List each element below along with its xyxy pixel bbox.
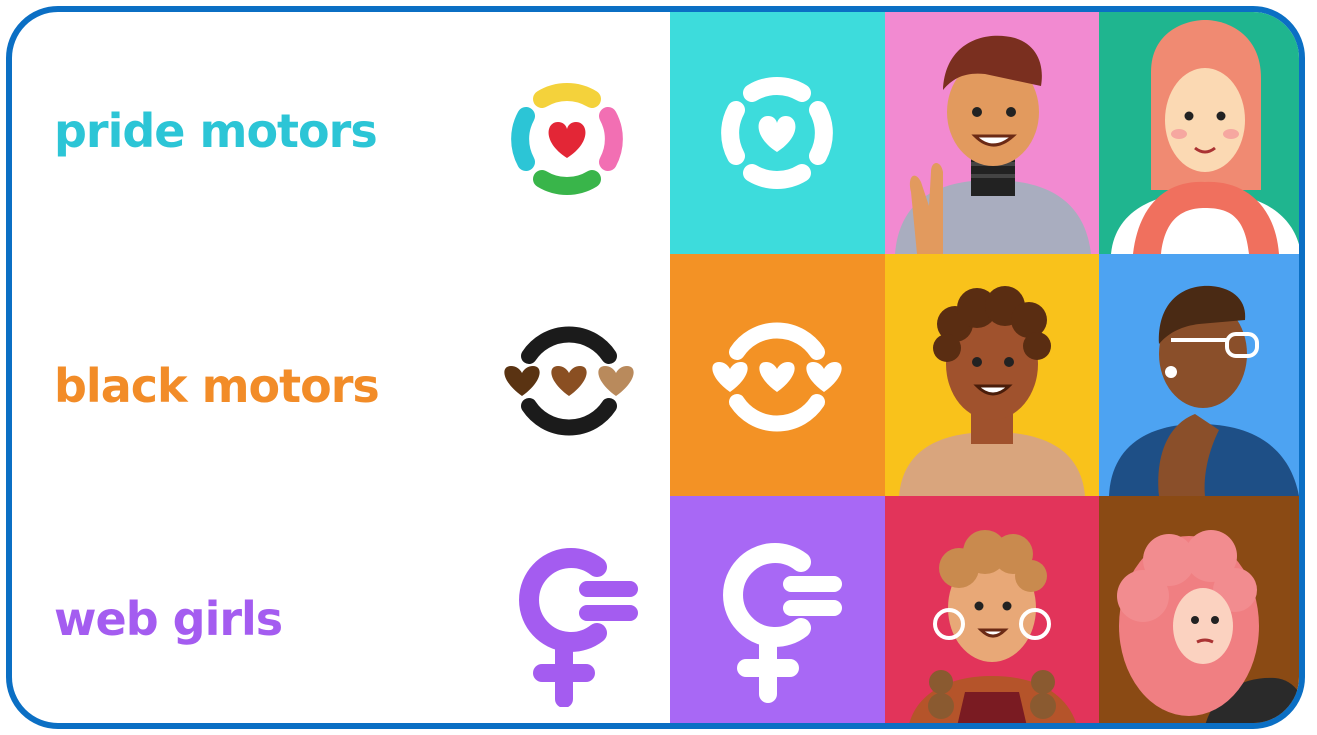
portrait-cap-peace-sign — [885, 12, 1099, 254]
person-illustration — [1109, 285, 1299, 496]
person-illustration — [895, 35, 1091, 254]
brand-row-webgirls: web girls — [12, 492, 670, 723]
brand-showcase-card: pride motors black motors web girls — [6, 6, 1305, 729]
black-logo-icon — [504, 326, 634, 436]
black-logo-white-icon — [712, 322, 842, 432]
black-logo-tile — [670, 254, 885, 496]
portrait-glasses-profile — [1099, 254, 1299, 496]
brand-list: pride motors black motors web girls — [12, 12, 670, 723]
portrait-hijab — [1099, 12, 1299, 254]
person-illustration — [909, 530, 1076, 723]
brand-name: pride motors — [54, 104, 378, 158]
web-girls-logo-icon — [519, 548, 638, 707]
brand-row-black: black motors — [12, 252, 670, 492]
web-girls-logo-tile — [670, 496, 885, 723]
pride-logo-tile — [670, 12, 885, 254]
portrait-pink-hair — [1099, 496, 1299, 723]
pride-logo-white-icon — [721, 76, 833, 190]
person-illustration — [1117, 530, 1299, 723]
person-illustration — [899, 286, 1085, 496]
web-girls-logo-white-icon — [723, 543, 842, 703]
person-illustration — [1111, 20, 1299, 254]
portrait-hoop-earrings — [885, 496, 1099, 723]
pride-logo-icon — [511, 82, 623, 196]
brand-name: web girls — [54, 592, 283, 646]
portrait-curly-hair — [885, 254, 1099, 496]
image-grid — [670, 12, 1299, 723]
brand-row-pride: pride motors — [12, 12, 670, 252]
brand-name: black motors — [54, 359, 380, 413]
